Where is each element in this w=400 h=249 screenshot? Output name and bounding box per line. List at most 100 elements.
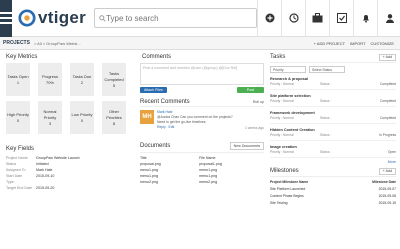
task-status[interactable]: Completed — [380, 82, 396, 87]
recent-comments-section: Recent Comments Roll up MH Mark Hale @Au… — [140, 99, 264, 130]
metric-value: 2 — [80, 79, 84, 85]
briefcase-icon[interactable] — [305, 0, 329, 37]
milestone-date: 2015-09-08 — [378, 194, 396, 198]
task-status[interactable]: Open — [388, 150, 396, 155]
breadcrumb: PROJECTS > All > GroupPaw Websi... + ADD… — [0, 37, 400, 50]
task-meta: Priority : Normal Status : Completed — [270, 82, 396, 87]
milestone-name[interactable]: Site Testing — [270, 200, 348, 207]
edit-link[interactable]: Edit — [169, 125, 175, 129]
metric-tile[interactable]: Other Priorities 8 — [102, 101, 126, 134]
roll-up-toggle[interactable]: Roll up — [253, 100, 264, 104]
milestones-header: Milestones + Add — [270, 166, 396, 177]
add-milestone-button[interactable]: + Add — [378, 167, 396, 175]
metric-value: 3 — [48, 120, 52, 126]
column-header: Project Milestone Name — [270, 180, 309, 184]
metric-tile[interactable]: Tasks Completed 5 — [102, 63, 126, 96]
notification-bell-icon[interactable] — [353, 0, 377, 37]
tasks-header: Tasks + Add — [270, 52, 396, 63]
metric-label: Progress — [41, 73, 58, 79]
right-column: Tasks + Add Priority Select Status Resea… — [270, 52, 396, 207]
toolbar-icons — [257, 0, 400, 37]
milestone-date: 2015-09-07 — [378, 187, 396, 191]
global-search[interactable] — [94, 8, 258, 28]
recent-comments-title: Recent Comments — [140, 99, 190, 105]
comment-date: 1 weeks ago — [244, 126, 264, 130]
vtiger-logo-icon — [18, 9, 36, 27]
status-filter-select[interactable]: Select Status — [309, 66, 345, 73]
table-row[interactable]: Site Platform Launched 2015-09-07 — [270, 186, 396, 193]
metric-label: Tasks Due — [72, 73, 92, 79]
metric-label: High Priority — [7, 111, 29, 117]
app-logo[interactable]: vtiger — [18, 8, 86, 28]
milestone-date: 2015-09-15 — [378, 201, 396, 205]
milestones-title: Milestones — [270, 168, 299, 174]
task-status[interactable]: In Progress — [379, 133, 396, 138]
app-window: vtiger PROJECTS > All > GroupPaw Websi..… — [0, 0, 400, 249]
task-item[interactable]: Image creation Priority : Normal Status :… — [270, 145, 396, 158]
search-input[interactable] — [106, 13, 257, 23]
add-project-button[interactable]: + ADD PROJECT — [314, 41, 345, 46]
table-row[interactable]: menu2.png menu2.png — [140, 179, 264, 185]
task-meta: Priority : Normal Status : In Progress — [270, 133, 396, 138]
task-priority: Priority : Normal — [270, 82, 294, 86]
milestone-name[interactable]: Content Phase Begins — [270, 193, 348, 200]
key-fields-title: Key Fields — [6, 146, 35, 152]
metric-label: Other Priorities — [106, 108, 122, 120]
key-fields-section: Key Fields Project Name GroupPaw Website … — [4, 146, 134, 191]
task-meta: Priority : Normal Status : Open — [270, 150, 396, 155]
recent-comments-header: Recent Comments Roll up — [140, 99, 264, 107]
add-task-button[interactable]: + Add — [378, 53, 396, 61]
priority-filter-select[interactable]: Priority — [270, 66, 306, 73]
breadcrumb-path[interactable]: > All > GroupPaw Websi... — [34, 41, 81, 46]
comment-input[interactable]: Post a comment and mention @user (@group… — [140, 63, 264, 85]
metric-tile[interactable]: Low Priority 0 — [70, 101, 94, 134]
metric-value: 0 — [80, 117, 84, 123]
metric-label: Tasks Open — [7, 73, 29, 79]
task-status[interactable]: Completed — [380, 116, 396, 121]
task-item[interactable]: Site platform selection Priority : Norma… — [270, 94, 396, 107]
add-icon[interactable] — [257, 0, 281, 37]
more-tasks-link[interactable]: More — [270, 160, 396, 164]
milestone-name[interactable]: Site Platform Launched — [270, 186, 348, 193]
reply-link[interactable]: Reply — [157, 125, 166, 129]
tasks-check-icon[interactable] — [329, 0, 353, 37]
key-metrics-grid: Tasks Open 1 Progress 70% Tasks Due 2 Tasks… — [4, 63, 134, 134]
task-status[interactable]: Completed — [380, 99, 396, 104]
new-documents-button[interactable]: New Documents — [229, 142, 264, 150]
task-item[interactable]: Framework development Priority : Normal S… — [270, 111, 396, 124]
key-field-row: Target End Date 2015-09-20 — [4, 185, 134, 191]
post-button[interactable]: Post — [236, 87, 264, 93]
task-meta: Priority : Normal Status : Completed — [270, 99, 396, 104]
metric-tile[interactable]: Progress 70% — [38, 63, 62, 96]
customize-button[interactable]: CUSTOMIZE — [371, 41, 394, 46]
table-row[interactable]: Site Testing 2015-09-15 — [270, 200, 396, 207]
metric-tile[interactable]: Tasks Due 2 — [70, 63, 94, 96]
menu-icon[interactable] — [0, 0, 12, 37]
history-icon[interactable] — [281, 0, 305, 37]
metric-tile[interactable]: Normal Priority 3 — [38, 101, 62, 134]
metric-label: Tasks Completed — [104, 70, 124, 82]
field-value[interactable]: 2015-09-10 — [36, 173, 54, 179]
metric-value: 70% — [45, 79, 54, 85]
user-profile-icon[interactable] — [377, 0, 400, 37]
search-icon — [99, 14, 106, 22]
column-header: Milestone Date — [372, 180, 396, 184]
task-status-label: Status : — [320, 133, 332, 137]
milestones-table: Project Milestone Name Milestone Date Sit… — [270, 179, 396, 207]
key-metrics-title: Key Metrics — [6, 54, 38, 60]
comment-text: @Aurica Chan Can you comment on the proj… — [157, 115, 233, 124]
tasks-title: Tasks — [270, 54, 286, 60]
field-value[interactable]: 2015-09-20 — [36, 185, 54, 191]
metric-tile[interactable]: Tasks Open 1 — [6, 63, 30, 96]
task-item[interactable]: Research & proposal Priority : Normal Sta… — [270, 77, 396, 90]
doc-title[interactable]: menu2.png — [140, 179, 199, 185]
module-title[interactable]: PROJECTS — [3, 40, 30, 46]
metric-tile[interactable]: High Priority 0 — [6, 101, 30, 134]
attach-files-button[interactable]: Attach Files — [140, 87, 167, 93]
doc-file: menu2.png — [199, 179, 218, 184]
table-row[interactable]: Content Phase Begins 2015-09-08 — [270, 193, 396, 200]
metric-value: 5 — [112, 82, 116, 88]
task-item[interactable]: Hidden Content Creation Priority : Norma… — [270, 128, 396, 141]
import-button[interactable]: IMPORT — [350, 41, 365, 46]
task-status-label: Status : — [320, 99, 332, 103]
